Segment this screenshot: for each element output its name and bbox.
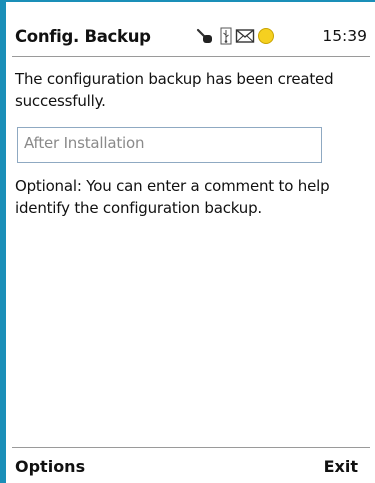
clock: 15:39 <box>322 27 367 45</box>
success-message: The configuration backup has been create… <box>15 70 334 110</box>
options-softkey[interactable]: Options <box>15 457 85 476</box>
page-title: Config. Backup <box>15 27 151 46</box>
status-icons <box>196 25 275 47</box>
network-signal-icon <box>196 27 214 45</box>
device-frame-top <box>0 0 375 2</box>
title-bar: Config. Backup 15:39 <box>12 13 370 57</box>
screen: Config. Backup 15:39 The configuration b… <box>12 13 370 483</box>
envelope-icon <box>235 27 255 45</box>
exit-softkey[interactable]: Exit <box>324 457 358 476</box>
usb-icon <box>220 27 232 45</box>
device-frame-left <box>0 0 6 483</box>
battery-icon <box>257 27 275 45</box>
softkey-divider <box>12 447 370 448</box>
comment-input[interactable]: After Installation <box>17 127 322 163</box>
comment-hint: Optional: You can enter a comment to hel… <box>15 177 330 217</box>
